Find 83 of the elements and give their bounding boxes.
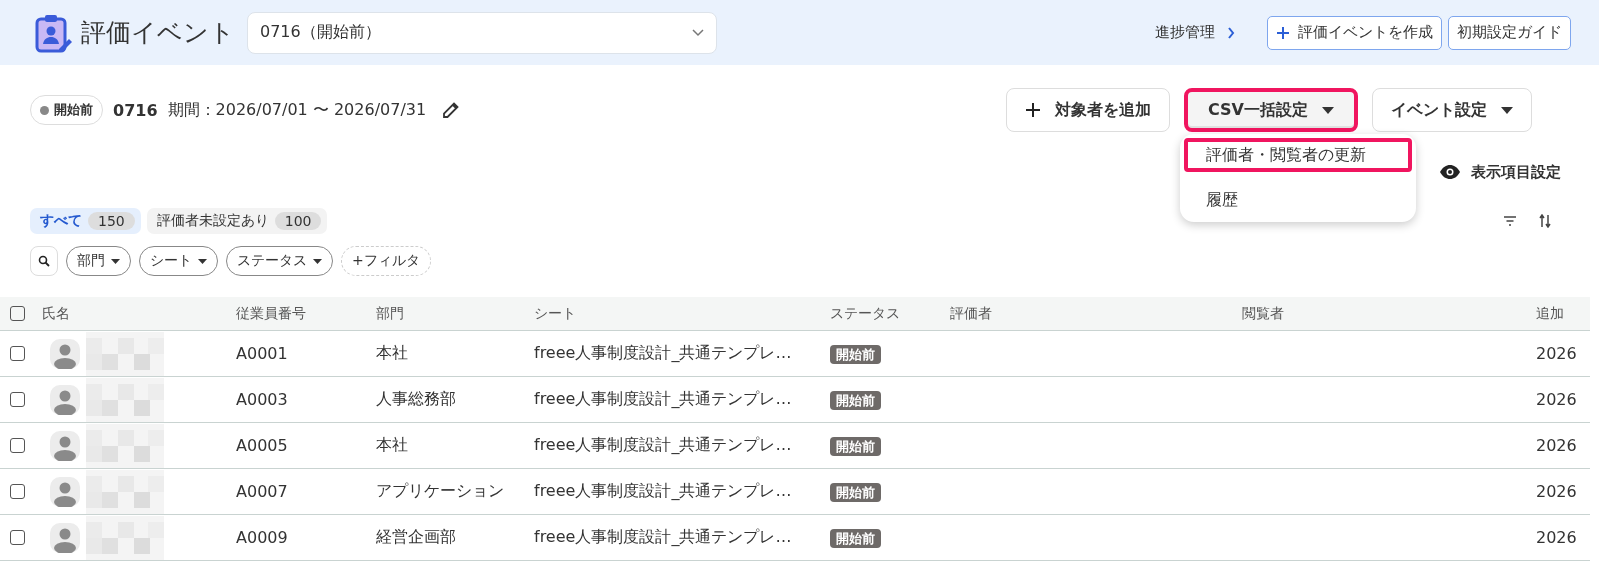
table-cell: 2026 xyxy=(1530,376,1590,423)
table-cell: freee人事制度設計_共通テンプレ… xyxy=(528,422,824,469)
row-checkbox[interactable] xyxy=(10,530,25,545)
display-settings-link[interactable]: 表示項目設定 xyxy=(1471,162,1561,182)
setup-guide-button[interactable]: 初期設定ガイド xyxy=(1448,15,1571,50)
pencil-icon[interactable] xyxy=(442,101,461,119)
column-header: 氏名 xyxy=(36,297,230,331)
row-checkbox[interactable] xyxy=(10,484,25,499)
table-cell: freee人事制度設計_共通テンプレ… xyxy=(528,514,824,561)
filter-chip[interactable]: 部門 xyxy=(66,246,131,276)
action-button[interactable]: イベント設定 xyxy=(1372,88,1532,132)
table-cell: 人事総務部 xyxy=(370,376,528,423)
table-cell: 経営企画部 xyxy=(370,514,528,561)
table-cell: 2026 xyxy=(1530,514,1590,561)
table-cell: A0009 xyxy=(230,514,370,561)
column-header: シート xyxy=(528,297,824,331)
action-button[interactable]: CSV一括設定 xyxy=(1184,88,1358,132)
table-cell: 本社 xyxy=(370,422,528,469)
avatar-icon xyxy=(50,476,80,507)
caret-icon xyxy=(313,258,322,264)
table-cell: A0001 xyxy=(230,330,370,377)
plus-icon xyxy=(1025,102,1042,118)
column-header: 閲覧者 xyxy=(1236,297,1530,331)
filter-icon[interactable] xyxy=(1503,216,1517,226)
event-period: 期間：2026/07/01 〜 2026/07/31 xyxy=(167,99,427,121)
column-header: 評価者 xyxy=(944,297,1236,331)
table-cell: 本社 xyxy=(370,330,528,377)
row-checkbox[interactable] xyxy=(10,438,25,453)
table-cell: freee人事制度設計_共通テンプレ… xyxy=(528,468,824,515)
filter-tab[interactable]: すべて 150 xyxy=(30,208,141,234)
caret-icon xyxy=(198,258,207,264)
page-title: 評価イベント xyxy=(81,17,235,49)
sort-icon[interactable] xyxy=(1539,214,1551,228)
plus-icon xyxy=(1276,25,1290,40)
search-icon xyxy=(38,255,50,267)
menu-item[interactable]: 評価者・閲覧者の更新 xyxy=(1184,138,1413,172)
status-badge: 開始前 xyxy=(830,344,881,364)
count-badge: 150 xyxy=(88,212,135,230)
column-header: 従業員番号 xyxy=(230,297,370,331)
caret-icon xyxy=(111,258,120,264)
table-cell: 2026 xyxy=(1530,330,1590,377)
avatar-icon xyxy=(50,384,80,415)
event-code: 0716 xyxy=(113,100,158,120)
table-cell: 2026 xyxy=(1530,422,1590,469)
count-badge: 100 xyxy=(274,212,322,230)
filter-chip[interactable]: +フィルタ xyxy=(341,246,431,276)
status-badge: 開始前 xyxy=(830,390,881,410)
column-header: 部門 xyxy=(370,297,528,331)
search-button[interactable] xyxy=(30,246,58,276)
filter-tab[interactable]: 評価者未設定あり 100 xyxy=(146,208,328,234)
status-badge: 開始前 xyxy=(830,436,881,456)
avatar-icon xyxy=(50,338,80,369)
column-header: 追加 xyxy=(1530,297,1590,331)
eye-icon xyxy=(1439,164,1461,180)
select-all-checkbox[interactable] xyxy=(10,306,25,321)
table-cell: 2026 xyxy=(1530,468,1590,515)
progress-link[interactable]: 進捗管理 xyxy=(1155,23,1235,42)
table-cell: アプリケーション xyxy=(370,468,528,515)
chevron-right-icon xyxy=(1227,26,1235,39)
avatar-icon xyxy=(50,522,80,553)
caret-icon xyxy=(1322,106,1334,114)
table-cell: freee人事制度設計_共通テンプレ… xyxy=(528,330,824,377)
table-cell: A0007 xyxy=(230,468,370,515)
row-checkbox[interactable] xyxy=(10,392,25,407)
caret-icon xyxy=(1501,106,1513,114)
status-badge: 開始前 xyxy=(830,528,881,548)
table-cell: A0005 xyxy=(230,422,370,469)
table-cell: A0003 xyxy=(230,376,370,423)
avatar-icon xyxy=(50,430,80,461)
status-label: 開始前 xyxy=(54,101,93,119)
create-event-button[interactable]: 評価イベントを作成 xyxy=(1267,15,1442,50)
event-select[interactable]: 0716（開始前） xyxy=(247,11,717,54)
status-badge: 開始前 xyxy=(830,482,881,502)
table-cell: freee人事制度設計_共通テンプレ… xyxy=(528,376,824,423)
clipboard-person-icon xyxy=(33,12,73,53)
status-dot-icon xyxy=(40,105,49,115)
row-checkbox[interactable] xyxy=(10,346,25,361)
filter-chip[interactable]: シート xyxy=(139,246,218,276)
action-button[interactable]: 対象者を追加 xyxy=(1006,88,1171,132)
filter-chip[interactable]: ステータス xyxy=(226,246,333,276)
menu-item[interactable]: 履歴 xyxy=(1184,180,1413,214)
chevron-down-icon xyxy=(692,28,704,37)
column-header: ステータス xyxy=(824,297,944,331)
